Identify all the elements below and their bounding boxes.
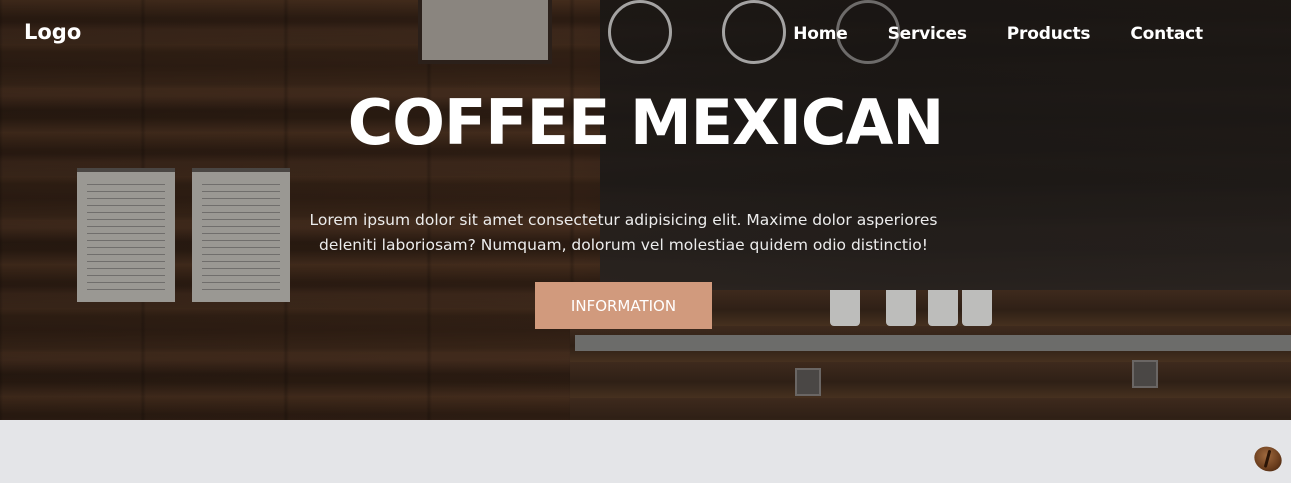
hero-description: Lorem ipsum dolor sit amet consectetur a… <box>309 211 938 254</box>
wall-outlet <box>1132 360 1158 388</box>
menu-clipboard <box>77 168 175 302</box>
information-button[interactable]: INFORMATION <box>535 282 712 329</box>
cup-decoration <box>962 290 992 326</box>
cup-decoration <box>928 290 958 326</box>
wall-outlet <box>795 368 821 396</box>
cup-decoration <box>886 290 916 326</box>
coffee-bean-icon <box>1250 442 1286 476</box>
cup-decoration <box>830 290 860 326</box>
logo-link[interactable]: Logo <box>24 20 81 44</box>
nav-links: Home Services Products Contact <box>793 24 1203 44</box>
navbar: Logo Home Services Products Contact <box>0 0 1291 70</box>
hero-section: Logo Home Services Products Contact COFF… <box>0 0 1291 420</box>
menu-clipboard <box>192 168 290 302</box>
counter-shelf <box>575 335 1291 351</box>
nav-link-services[interactable]: Services <box>888 24 967 44</box>
nav-link-home[interactable]: Home <box>793 24 848 44</box>
hero-title: COFFEE MEXICAN <box>347 86 945 159</box>
nav-link-products[interactable]: Products <box>1007 24 1091 44</box>
nav-link-contact[interactable]: Contact <box>1130 24 1203 44</box>
